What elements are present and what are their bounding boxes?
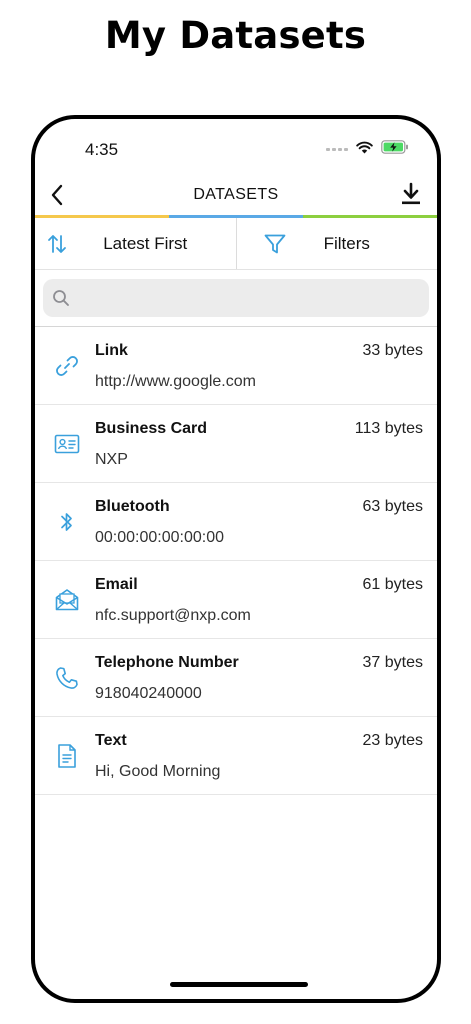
status-icons: [326, 140, 409, 159]
home-indicator[interactable]: [170, 982, 308, 987]
dataset-title: Bluetooth: [95, 498, 170, 515]
phone-icon: [53, 664, 81, 692]
nav-title: DATASETS: [193, 186, 279, 203]
dataset-size: 37 bytes: [362, 654, 423, 671]
dataset-subtitle: 00:00:00:00:00:00: [95, 529, 225, 546]
search-icon: [52, 289, 70, 307]
dataset-size: 63 bytes: [362, 498, 423, 515]
dataset-title: Email: [95, 576, 138, 593]
battery-charging-icon: [381, 140, 409, 159]
dataset-row-business-card[interactable]: Business Card NXP 113 bytes: [35, 405, 437, 483]
dataset-row-bluetooth[interactable]: Bluetooth 00:00:00:00:00:00 63 bytes: [35, 483, 437, 561]
dataset-title: Business Card: [95, 420, 208, 437]
dataset-subtitle: nfc.support@nxp.com: [95, 607, 251, 624]
phone-frame: 4:35 DATASETS Latest First Filters Link …: [31, 115, 441, 1003]
link-icon: [53, 352, 81, 380]
bluetooth-icon: [53, 508, 81, 536]
filter-button[interactable]: Filters: [235, 218, 438, 269]
search-bar[interactable]: [43, 279, 429, 317]
dataset-subtitle: 918040240000: [95, 685, 202, 702]
signal-dots-icon: [326, 148, 348, 151]
status-bar: 4:35: [35, 119, 437, 175]
dataset-list: Link http://www.google.com 33 bytes Busi…: [35, 327, 437, 795]
nav-bar: DATASETS: [35, 175, 437, 215]
wifi-icon: [356, 141, 373, 159]
dataset-size: 61 bytes: [362, 576, 423, 593]
email-icon: [53, 586, 81, 614]
document-icon: [53, 742, 81, 770]
dataset-subtitle: http://www.google.com: [95, 373, 256, 390]
filter-label: Filters: [323, 234, 370, 253]
status-time: 4:35: [85, 140, 119, 159]
dataset-title: Telephone Number: [95, 654, 239, 671]
sort-filter-bar: Latest First Filters: [35, 218, 437, 270]
sort-label: Latest First: [103, 234, 188, 253]
dataset-size: 23 bytes: [362, 732, 423, 749]
dataset-subtitle: NXP: [95, 451, 128, 468]
download-icon[interactable]: [397, 179, 425, 209]
dataset-row-telephone[interactable]: Telephone Number 918040240000 37 bytes: [35, 639, 437, 717]
dataset-title: Text: [95, 732, 127, 749]
search-input[interactable]: [78, 289, 378, 307]
dataset-title: Link: [95, 342, 128, 359]
dataset-size: 33 bytes: [362, 342, 423, 359]
dataset-subtitle: Hi, Good Morning: [95, 763, 221, 780]
page-headline: My Datasets: [104, 14, 367, 57]
search-area: [35, 270, 437, 327]
sort-button[interactable]: Latest First: [35, 218, 236, 269]
dataset-row-email[interactable]: Email nfc.support@nxp.com 61 bytes: [35, 561, 437, 639]
dataset-row-link[interactable]: Link http://www.google.com 33 bytes: [35, 327, 437, 405]
dataset-row-text[interactable]: Text Hi, Good Morning 23 bytes: [35, 717, 437, 795]
dataset-size: 113 bytes: [354, 420, 423, 437]
business-card-icon: [53, 430, 81, 458]
